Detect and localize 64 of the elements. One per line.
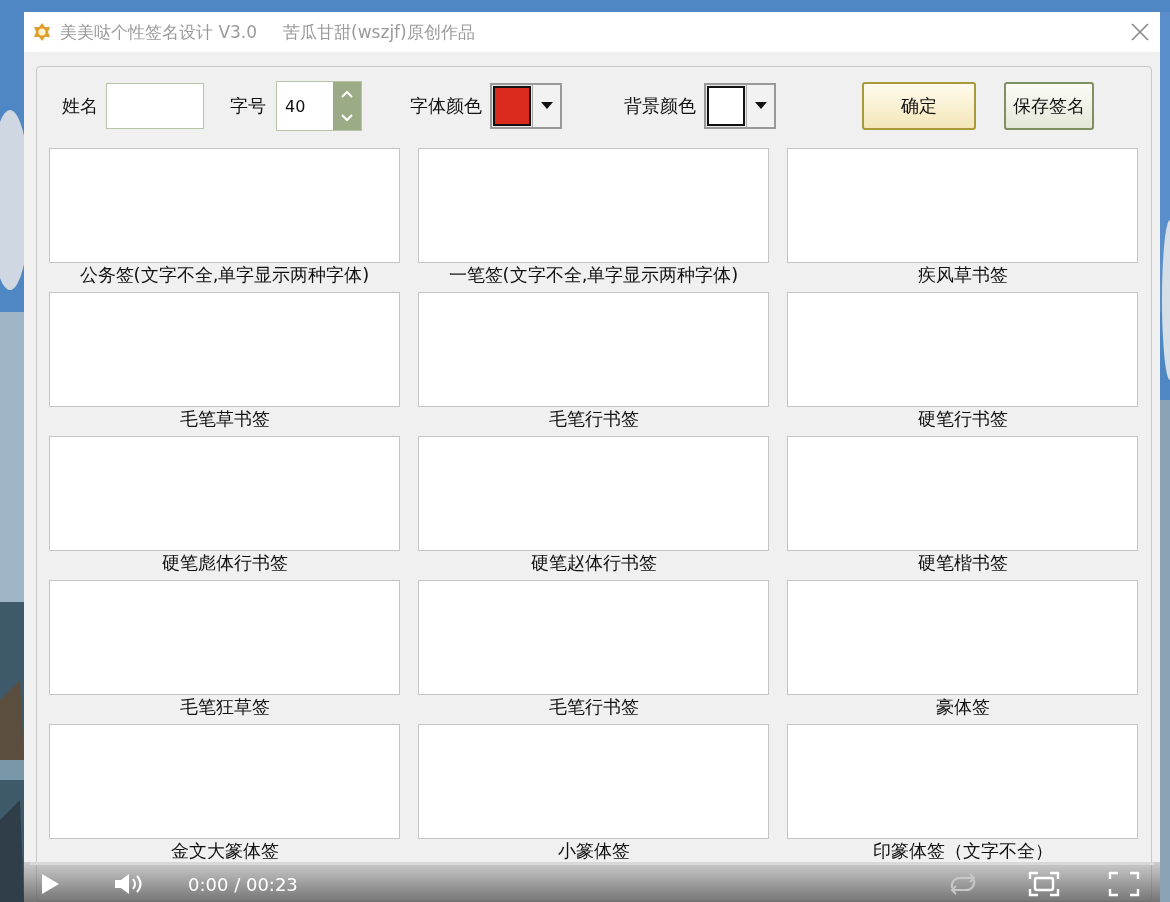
fullscreen-icon: [1108, 871, 1140, 897]
flower-icon: [32, 22, 52, 42]
fullscreen-button[interactable]: [1108, 871, 1140, 897]
style-label: 印篆体签（文字不全）: [871, 839, 1054, 863]
style-label: 毛笔行书签: [547, 407, 640, 431]
style-label: 硬笔行书签: [916, 407, 1009, 431]
style-label: 硬笔楷书签: [916, 551, 1009, 575]
style-label: 豪体签: [934, 695, 991, 719]
style-label: 公务签(文字不全,单字显示两种字体): [78, 263, 371, 287]
caret-icon: [540, 102, 553, 110]
signature-preview[interactable]: [418, 436, 769, 551]
signature-preview[interactable]: [418, 724, 769, 839]
window-title: 美美哒个性签名设计 V3.0: [60, 20, 258, 44]
style-label: 毛笔狂草签: [178, 695, 271, 719]
style-label: 硬笔彪体行书签: [160, 551, 289, 575]
frame-icon: [1028, 871, 1060, 897]
author-credit: 苦瓜甘甜(wszjf)原创作品: [283, 20, 475, 44]
action-button[interactable]: 确定: [862, 82, 976, 130]
down-button[interactable]: [333, 106, 361, 130]
time-display: 0:00 / 00:23: [188, 873, 298, 895]
color-label: 背景颜色: [624, 94, 696, 118]
play-icon: [40, 873, 60, 895]
dropdown-button[interactable]: [746, 85, 774, 127]
volume-button[interactable]: [114, 872, 144, 896]
signature-preview[interactable]: [787, 580, 1138, 695]
signature-preview[interactable]: [787, 148, 1138, 263]
caret-icon: [754, 102, 767, 110]
style-label: 毛笔草书签: [178, 407, 271, 431]
play-button[interactable]: [40, 873, 60, 895]
style-label: 疾风草书签: [916, 263, 1009, 287]
color-picker[interactable]: [490, 83, 562, 129]
progress-track[interactable]: [30, 862, 1154, 865]
close-button[interactable]: [1130, 22, 1150, 42]
style-label: 金文大篆体签: [169, 839, 280, 863]
signature-preview[interactable]: [787, 292, 1138, 407]
name-label: 姓名: [62, 94, 98, 118]
dropdown-button[interactable]: [532, 85, 560, 127]
size-spinner[interactable]: 40: [276, 81, 362, 131]
signature-preview[interactable]: [49, 580, 400, 695]
signature-preview[interactable]: [418, 148, 769, 263]
size-label: 字号: [230, 94, 266, 118]
signature-preview[interactable]: [49, 436, 400, 551]
window-fit-button[interactable]: [1028, 871, 1060, 897]
style-label: 一笔签(文字不全,单字显示两种字体): [447, 263, 740, 287]
signature-preview[interactable]: [49, 724, 400, 839]
signature-preview[interactable]: [418, 292, 769, 407]
action-button[interactable]: 保存签名: [1004, 82, 1094, 130]
close-icon: [1130, 22, 1150, 42]
volume-icon: [114, 872, 144, 896]
signature-preview[interactable]: [49, 148, 400, 263]
chevron-down-icon: [341, 114, 353, 122]
signature-preview[interactable]: [787, 724, 1138, 839]
name-field[interactable]: [106, 83, 204, 129]
signature-preview[interactable]: [49, 292, 400, 407]
signature-preview[interactable]: [418, 580, 769, 695]
color-label: 字体颜色: [410, 94, 482, 118]
up-button[interactable]: [333, 82, 361, 106]
chevron-up-icon: [341, 90, 353, 98]
color-picker[interactable]: [704, 83, 776, 129]
size-field[interactable]: 40: [277, 82, 333, 130]
style-label: 硬笔赵体行书签: [529, 551, 658, 575]
style-label: 小篆体签: [556, 839, 631, 863]
style-label: 毛笔行书签: [547, 695, 640, 719]
signature-preview[interactable]: [787, 436, 1138, 551]
